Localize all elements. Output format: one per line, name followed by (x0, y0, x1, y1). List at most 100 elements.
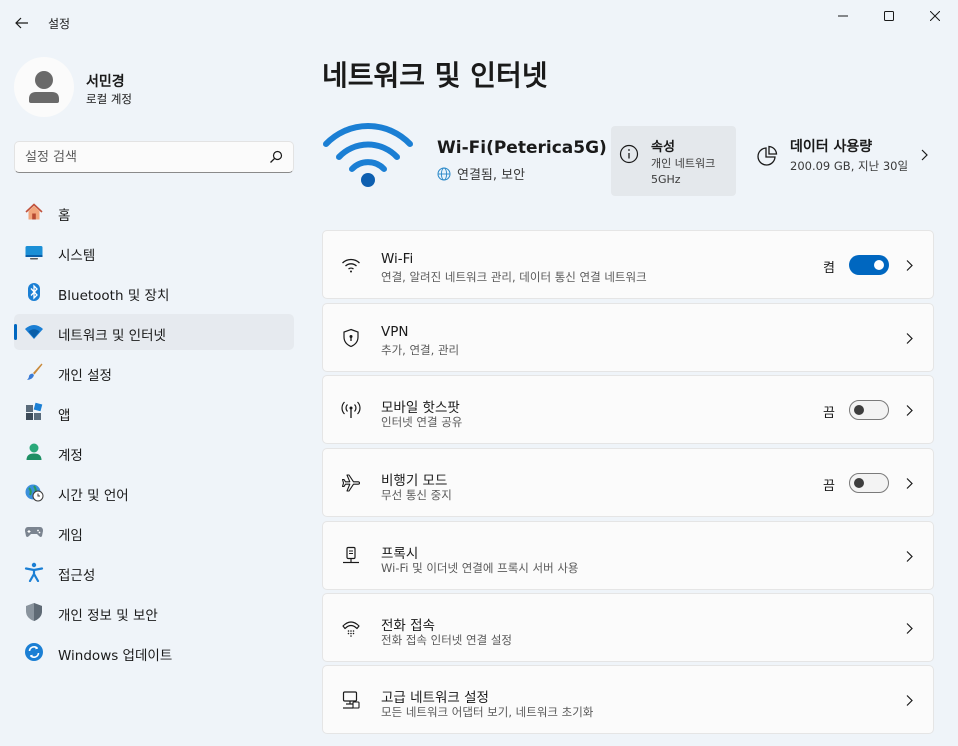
airplane-mode-setting-card[interactable]: 비행기 모드 무선 통신 중지 끔 (322, 448, 934, 517)
close-button[interactable] (912, 0, 958, 32)
setting-subtitle: 인터넷 연결 공유 (381, 415, 463, 429)
dialup-icon (342, 621, 360, 637)
sidebar-item-label: 홈 (58, 208, 71, 224)
advanced-network-icon (342, 691, 360, 709)
network-icon (25, 325, 43, 339)
toggle-state-label: 켬 (823, 261, 835, 276)
account-icon (26, 443, 42, 460)
connection-status-text: 연결됨, 보안 (457, 168, 526, 183)
sidebar-item-accounts[interactable]: 계정 (14, 434, 294, 470)
advanced-network-setting-card[interactable]: 고급 네트워크 설정 모든 네트워크 어댑터 보기, 네트워크 초기화 (322, 665, 934, 734)
sidebar-item-privacy[interactable]: 개인 정보 및 보안 (14, 594, 294, 630)
data-usage-button[interactable]: 데이터 사용량 200.09 GB, 지난 30일 (750, 126, 935, 196)
wifi-large-icon (323, 123, 413, 187)
back-arrow-icon (15, 17, 28, 29)
back-button[interactable] (8, 10, 36, 36)
globe-icon (437, 167, 451, 180)
sidebar-nav: 홈 시스템 Bluetooth 및 장치 네트워크 및 인터넷 개인 설정 앱 … (14, 194, 294, 674)
setting-subtitle: Wi-Fi 및 이더넷 연결에 프록시 서버 사용 (381, 561, 579, 575)
chevron-right-icon (906, 623, 913, 634)
properties-button[interactable]: 속성 개인 네트워크 5GHz (611, 126, 736, 196)
sidebar-item-label: Bluetooth 및 장치 (58, 288, 170, 304)
chevron-right-icon (906, 405, 913, 416)
maximize-button[interactable] (866, 0, 912, 32)
time-language-icon (25, 484, 44, 502)
chevron-right-icon (906, 551, 913, 562)
info-icon (619, 144, 639, 164)
setting-title: 프록시 (381, 546, 419, 562)
sidebar-item-label: 게임 (58, 528, 83, 544)
network-band: 5GHz (651, 173, 681, 186)
search-input[interactable] (25, 148, 255, 166)
chevron-right-icon (906, 333, 913, 344)
minimize-button[interactable] (820, 0, 866, 32)
search-box (14, 141, 294, 173)
search-icon[interactable] (269, 150, 283, 164)
shield-icon (26, 603, 42, 621)
system-icon (25, 246, 43, 260)
gaming-icon (25, 527, 43, 537)
mobile-hotspot-setting-card[interactable]: 모바일 핫스팟 인터넷 연결 공유 끔 (322, 375, 934, 444)
setting-subtitle: 전화 접속 인터넷 연결 설정 (381, 633, 513, 647)
sidebar-item-label: 시간 및 언어 (58, 488, 129, 504)
proxy-setting-card[interactable]: 프록시 Wi-Fi 및 이더넷 연결에 프록시 서버 사용 (322, 521, 934, 590)
airplane-icon (341, 474, 361, 492)
airplane-mode-toggle[interactable] (849, 473, 889, 493)
sidebar-item-label: 앱 (58, 408, 71, 424)
setting-title: Wi-Fi (381, 251, 414, 267)
bluetooth-icon (28, 283, 40, 301)
sidebar-item-gaming[interactable]: 게임 (14, 514, 294, 550)
settings-window: 설정 서민경 로컬 계정 설정 검색 홈 시스템 Bluetooth 및 장치 … (0, 0, 958, 746)
sidebar-item-label: 개인 설정 (58, 368, 112, 384)
sidebar-item-label: 접근성 (58, 568, 96, 584)
sidebar-item-bluetooth[interactable]: Bluetooth 및 장치 (14, 274, 294, 310)
sidebar-item-network[interactable]: 네트워크 및 인터넷 (14, 314, 294, 350)
connection-name: Wi-Fi(Peterica5G) (437, 138, 607, 158)
user-avatar-icon (29, 71, 59, 103)
brush-icon (27, 363, 43, 380)
apps-icon (26, 402, 43, 420)
title-bar: 설정 (0, 0, 958, 46)
chevron-right-icon (906, 478, 913, 489)
sidebar-item-home[interactable]: 홈 (14, 194, 294, 230)
toggle-state-label: 끔 (823, 479, 835, 494)
connection-status: 연결됨, 보안 (437, 164, 525, 183)
account-type: 로컬 계정 (86, 92, 132, 106)
chevron-right-icon (921, 149, 928, 161)
vpn-shield-icon (343, 328, 359, 348)
sidebar-item-label: 개인 정보 및 보안 (58, 608, 158, 624)
toggle-state-label: 끔 (823, 406, 835, 421)
sidebar-item-personalization[interactable]: 개인 설정 (14, 354, 294, 390)
sidebar-item-windows-update[interactable]: Windows 업데이트 (14, 634, 294, 670)
sidebar-item-label: 계정 (58, 448, 83, 464)
setting-subtitle: 연결, 알려진 네트워크 관리, 데이터 통신 연결 네트워크 (381, 270, 647, 284)
minimize-icon (838, 15, 848, 17)
setting-title: 전화 접속 (381, 618, 435, 634)
update-icon (25, 643, 43, 661)
sidebar-item-accessibility[interactable]: 접근성 (14, 554, 294, 590)
sidebar-item-apps[interactable]: 앱 (14, 394, 294, 430)
page-title: 네트워크 및 인터넷 (322, 59, 548, 92)
close-icon (930, 11, 940, 21)
proxy-icon (343, 546, 359, 564)
sidebar-item-time-language[interactable]: 시간 및 언어 (14, 474, 294, 510)
home-icon (25, 203, 43, 220)
dial-up-setting-card[interactable]: 전화 접속 전화 접속 인터넷 연결 설정 (322, 593, 934, 662)
wifi-icon (342, 258, 360, 273)
setting-subtitle: 무선 통신 중지 (381, 488, 452, 502)
pie-chart-icon (757, 145, 778, 166)
wifi-setting-card[interactable]: Wi-Fi 연결, 알려진 네트워크 관리, 데이터 통신 연결 네트워크 켬 (322, 230, 934, 299)
mobile-hotspot-toggle[interactable] (849, 400, 889, 420)
user-profile[interactable]: 서민경 로컬 계정 (14, 57, 294, 117)
user-name: 서민경 (86, 74, 125, 90)
avatar (14, 57, 74, 117)
wifi-toggle[interactable] (849, 255, 889, 275)
sidebar-item-system[interactable]: 시스템 (14, 234, 294, 270)
setting-title: VPN (381, 324, 409, 340)
network-profile: 개인 네트워크 (651, 157, 716, 170)
accessibility-icon (24, 562, 44, 582)
setting-subtitle: 추가, 연결, 관리 (381, 343, 460, 357)
vpn-setting-card[interactable]: VPN 추가, 연결, 관리 (322, 303, 934, 372)
sidebar-item-label: Windows 업데이트 (58, 648, 173, 664)
properties-detail: 개인 네트워크 5GHz (651, 156, 715, 188)
